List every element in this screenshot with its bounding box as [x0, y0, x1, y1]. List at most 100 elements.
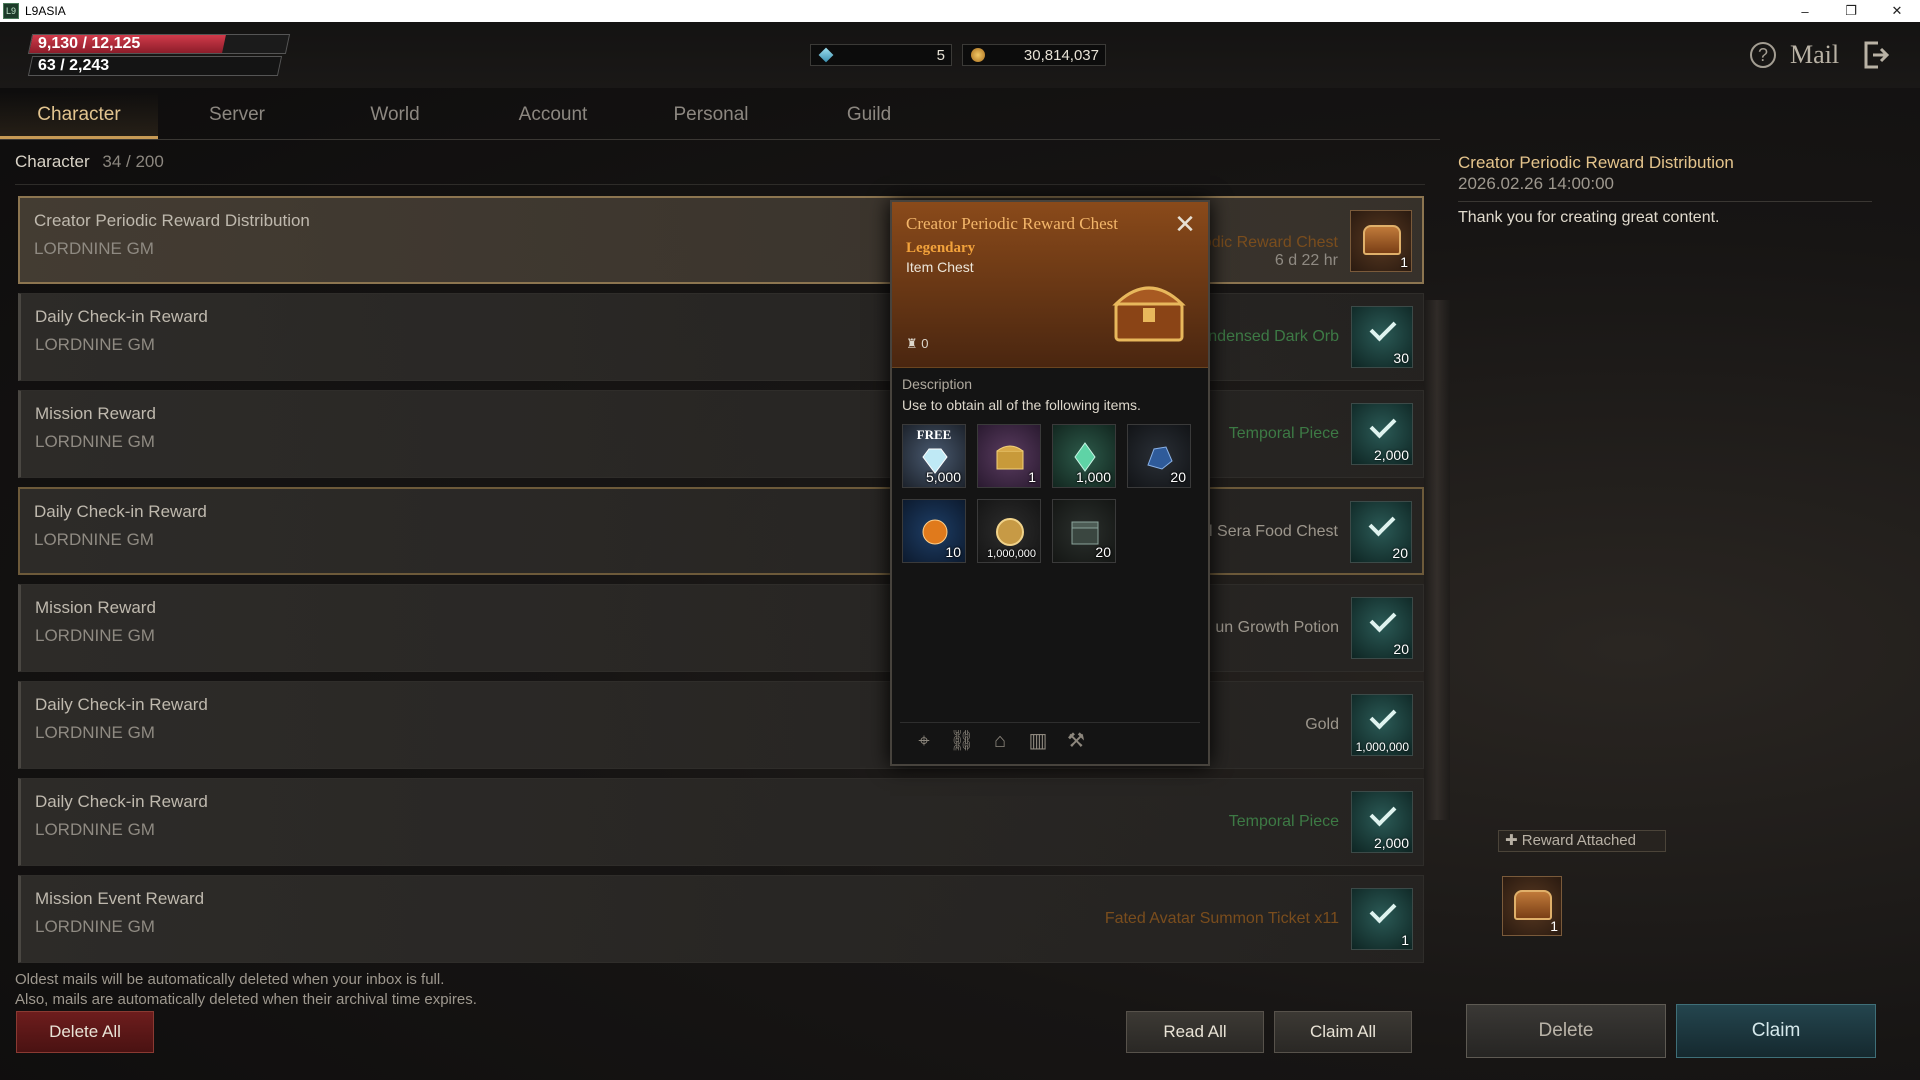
mail-item[interactable]: Daily Check-in Reward LORDNINE GM Tempor… — [18, 778, 1424, 866]
reward-qty: 1,000,000 — [1355, 740, 1409, 754]
tab-guild[interactable]: Guild — [790, 92, 948, 139]
food-chest-icon[interactable]: 20 — [1052, 499, 1116, 563]
reward-name: un Growth Potion — [1215, 619, 1339, 636]
tooltip-title: Creator Periodic Reward Chest — [906, 214, 1118, 233]
tab-server[interactable]: Server — [158, 92, 316, 139]
gem-currency: 5 — [810, 44, 952, 66]
mail-subject: Daily Check-in Reward — [35, 307, 208, 326]
detail-title: Creator Periodic Reward Distribution — [1458, 153, 1734, 172]
mail-sender: LORDNINE GM — [35, 432, 155, 451]
tab-personal[interactable]: Personal — [632, 92, 790, 139]
inbox-note-line: Also, mails are automatically deleted wh… — [15, 991, 477, 1008]
tooltip-desc-label: Description — [902, 376, 973, 392]
weight-value: 0 — [921, 336, 929, 351]
page-title: Mail — [1790, 40, 1840, 69]
detail-body: Thank you for creating great content. — [1458, 209, 1720, 226]
divider — [1458, 201, 1872, 202]
chest-icon[interactable]: 1 — [1502, 876, 1562, 936]
mail-item[interactable]: Daily Check-in Reward LORDNINE GM El Ser… — [18, 487, 1424, 575]
claimed-check-icon: 20 — [1351, 597, 1413, 659]
minimize-button[interactable]: – — [1782, 0, 1828, 22]
reward-name: Fated Avatar Summon Ticket x11 — [1104, 910, 1339, 927]
claimed-check-icon: 1,000,000 — [1351, 694, 1413, 756]
detail-date: 2026.02.26 14:00:00 — [1458, 174, 1614, 193]
mail-count-value: 34 / 200 — [102, 152, 164, 171]
craft-icon[interactable]: ⚒ — [1062, 727, 1090, 755]
reward-qty: 20 — [1392, 545, 1408, 561]
reward-name: Gold — [1305, 716, 1339, 733]
mail-item[interactable]: Daily Check-in Reward LORDNINE GM Gold 1… — [18, 681, 1424, 769]
mail-subject: Mission Event Reward — [35, 889, 205, 908]
item-qty: 10 — [945, 544, 961, 560]
bank-icon[interactable]: ⌂ — [986, 727, 1014, 755]
diamond-icon[interactable]: FREE 5,000 — [902, 424, 966, 488]
mail-sender: LORDNINE GM — [34, 239, 154, 258]
map-pin-icon[interactable]: ⌖ — [910, 727, 938, 755]
window-title: L9ASIA — [25, 4, 66, 18]
claimed-check-icon: 2,000 — [1351, 791, 1413, 853]
mail-sender: LORDNINE GM — [34, 530, 154, 549]
storage-icon[interactable]: ▥ — [1024, 727, 1052, 755]
reward-qty: 2,000 — [1373, 835, 1409, 851]
plus-icon: ✚ — [1505, 832, 1518, 849]
reward-time: 6 d 22 hr — [1274, 252, 1338, 269]
item-qty: 5,000 — [925, 469, 961, 485]
tab-character[interactable]: Character — [0, 92, 158, 139]
mail-sender: LORDNINE GM — [35, 917, 155, 936]
tooltip-desc: Use to obtain all of the following items… — [902, 397, 1141, 413]
close-window-button[interactable]: ✕ — [1874, 0, 1920, 22]
ore-icon[interactable]: 20 — [1127, 424, 1191, 488]
tooltip-type: Item Chest — [906, 259, 974, 275]
help-icon[interactable]: ? — [1750, 42, 1776, 68]
app-icon: L9 — [3, 3, 19, 19]
top-hud: 9,130 / 12,125 63 / 2,243 5 30,814,037 ?… — [0, 22, 1920, 88]
item-qty: 1 — [1028, 469, 1036, 485]
gem-icon — [818, 47, 834, 63]
read-all-button[interactable]: Read All — [1126, 1011, 1264, 1053]
gold-coin-icon[interactable]: 1,000,000 — [977, 499, 1041, 563]
claimed-check-icon: 2,000 — [1351, 403, 1413, 465]
gold-currency: 30,814,037 — [962, 44, 1106, 66]
delete-all-button[interactable]: Delete All — [16, 1011, 154, 1053]
weight-icon: ♜ — [906, 336, 918, 351]
item-qty: 1,000 — [1075, 469, 1111, 485]
gem-value: 5 — [936, 46, 945, 64]
mail-item[interactable]: Mission Reward LORDNINE GM un Growth Pot… — [18, 584, 1424, 672]
tooltip-footer: ⌖ ⛓ ⌂ ▥ ⚒ — [900, 722, 1200, 758]
mail-subject: Daily Check-in Reward — [34, 502, 207, 521]
golden-chest-icon[interactable]: 1 — [977, 424, 1041, 488]
reward-qty: 2,000 — [1373, 447, 1409, 463]
restore-button[interactable]: ❐ — [1828, 0, 1874, 22]
reward-qty: 20 — [1393, 641, 1409, 657]
divider — [15, 184, 1425, 185]
tab-world[interactable]: World — [316, 92, 474, 139]
tooltip-header: Creator Periodic Reward Chest ✕ Legendar… — [892, 202, 1208, 368]
mail-subject: Daily Check-in Reward — [35, 792, 208, 811]
gold-icon — [971, 48, 985, 62]
inbox-note-line: Oldest mails will be automatically delet… — [15, 971, 445, 988]
mail-subject: Daily Check-in Reward — [35, 695, 208, 714]
gold-value: 30,814,037 — [1023, 46, 1099, 64]
fire-orb-icon[interactable]: 10 — [902, 499, 966, 563]
background-candle — [1424, 300, 1450, 820]
reward-name: El Sera Food Chest — [1198, 523, 1338, 540]
item-tooltip: Creator Periodic Reward Chest ✕ Legendar… — [890, 200, 1210, 766]
delete-button[interactable]: Delete — [1466, 1004, 1666, 1058]
reward-attached-text: Reward Attached — [1521, 832, 1636, 849]
tab-account[interactable]: Account — [474, 92, 632, 139]
mail-count-label: Character — [15, 152, 90, 171]
hp-text: 9,130 / 12,125 — [38, 35, 141, 52]
mail-item[interactable]: Mission Reward LORDNINE GM Temporal Piec… — [18, 390, 1424, 478]
mail-item[interactable]: Daily Check-in Reward LORDNINE GM Conden… — [18, 293, 1424, 381]
crystal-icon[interactable]: 1,000 — [1052, 424, 1116, 488]
item-qty: 1,000,000 — [987, 548, 1036, 560]
link-icon[interactable]: ⛓ — [948, 727, 976, 755]
close-icon[interactable]: ✕ — [1172, 211, 1198, 238]
item-qty: 20 — [1170, 469, 1186, 485]
mail-item[interactable]: Mission Event Reward LORDNINE GM Fated A… — [18, 875, 1424, 963]
claim-all-button[interactable]: Claim All — [1274, 1011, 1412, 1053]
claim-button[interactable]: Claim — [1676, 1004, 1876, 1058]
exit-icon[interactable] — [1862, 40, 1890, 70]
mail-sender: LORDNINE GM — [35, 626, 155, 645]
mail-item[interactable]: Creator Periodic Reward Distribution LOR… — [18, 196, 1424, 284]
